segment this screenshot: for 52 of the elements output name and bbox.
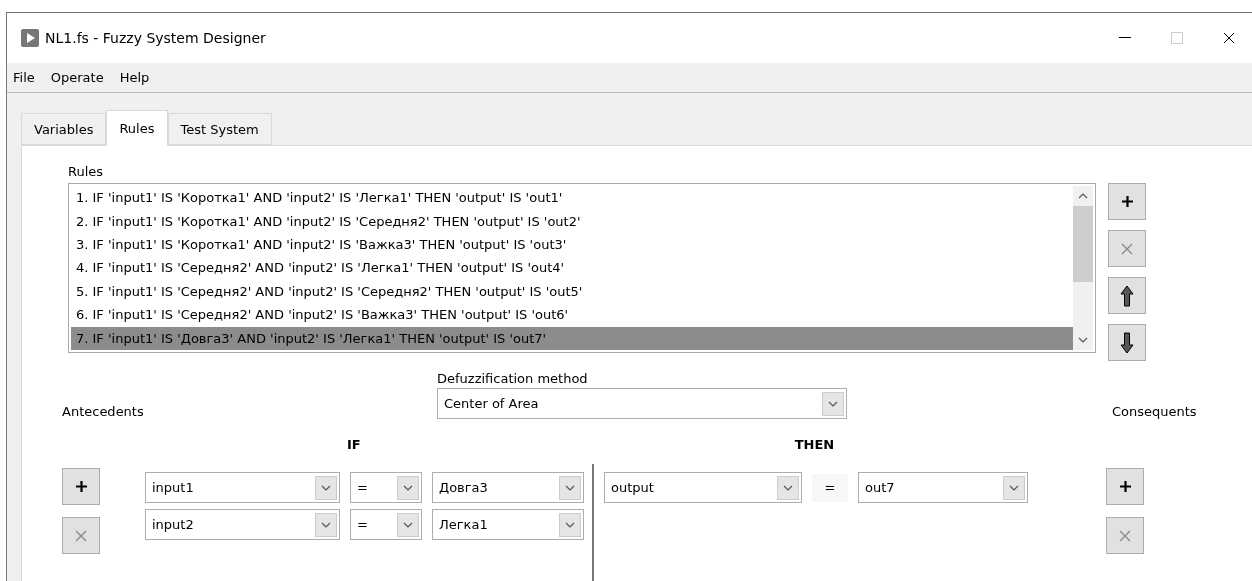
variable-dropdown[interactable]: input2	[145, 509, 340, 540]
minimize-icon	[1119, 37, 1131, 39]
then-heading: THEN	[794, 437, 835, 452]
plus-icon	[1121, 196, 1133, 207]
tab[interactable]: Rules	[106, 110, 168, 146]
down-button[interactable]	[1108, 324, 1146, 361]
up-button[interactable]	[1108, 277, 1146, 314]
defuzzification-label: Defuzzification method	[437, 371, 589, 386]
add-button[interactable]	[1106, 468, 1144, 505]
operator-dropdown[interactable]: =	[350, 509, 422, 540]
window-title: NL1.fs - Fuzzy System Designer	[45, 30, 267, 46]
rules-list[interactable]	[68, 183, 1096, 353]
antecedents-label: Antecedents	[62, 404, 144, 419]
term-dropdown[interactable]: Легка1	[432, 509, 584, 540]
defuzzification-dropdown[interactable]: Center of Area	[437, 388, 847, 419]
if-heading: IF	[347, 437, 361, 452]
tab[interactable]: Variables	[21, 113, 107, 145]
close-icon	[75, 529, 87, 542]
menu-item[interactable]: File	[11, 70, 37, 85]
variable-dropdown[interactable]: input1	[145, 472, 340, 503]
scrollbar[interactable]	[1073, 186, 1093, 350]
scroll-up-icon	[1078, 193, 1088, 199]
equals-label: =	[812, 473, 848, 502]
close-icon	[1119, 529, 1131, 542]
plus-icon	[1119, 481, 1131, 492]
add-button[interactable]	[1108, 183, 1146, 220]
scrollbar-thumb[interactable]	[1073, 206, 1093, 282]
tab[interactable]: Test System	[167, 113, 272, 145]
rule-item[interactable]: 1. IF 'input1' IS 'Коротка1' AND 'input2' IS 'Легка1' THEN 'output' IS 'out1'	[71, 186, 1073, 210]
menu-item[interactable]: Operate	[48, 70, 106, 85]
maximize-icon	[1171, 32, 1183, 44]
rule-item[interactable]: 3. IF 'input1' IS 'Коротка1' AND 'input2' IS 'Важка3' THEN 'output' IS 'out3'	[71, 232, 1073, 257]
rules-label: Rules	[68, 164, 105, 179]
rule-item[interactable]: 5. IF 'input1' IS 'Середня2' AND 'input2' IS 'Середня2' THEN 'output' IS 'out5'	[71, 279, 1073, 304]
rule-item[interactable]: 7. IF 'input1' IS 'Довга3' AND 'input2' IS 'Легка1' THEN 'output' IS 'out7'	[71, 326, 1073, 350]
close-icon	[1223, 32, 1235, 44]
term-dropdown[interactable]: Довга3	[432, 472, 584, 503]
rule-item[interactable]: 2. IF 'input1' IS 'Коротка1' AND 'input2' IS 'Середня2' THEN 'output' IS 'out2'	[71, 209, 1073, 233]
rule-item[interactable]: 6. IF 'input1' IS 'Середня2' AND 'input2' IS 'Важка3' THEN 'output' IS 'out6'	[71, 303, 1073, 327]
add-button[interactable]	[62, 468, 100, 505]
operator-dropdown[interactable]: =	[350, 472, 422, 503]
menu-item[interactable]: Help	[117, 70, 152, 85]
plus-icon	[75, 481, 87, 492]
down-arrow-icon	[1120, 331, 1134, 354]
close-icon	[1121, 242, 1133, 255]
scroll-down-icon	[1078, 337, 1088, 343]
term-dropdown[interactable]: out7	[858, 472, 1028, 503]
variable-dropdown[interactable]: output	[604, 472, 802, 503]
rule-item[interactable]: 4. IF 'input1' IS 'Середня2' AND 'input2' IS 'Легка1' THEN 'output' IS 'out4'	[71, 256, 1073, 280]
app-icon	[21, 29, 39, 47]
up-arrow-icon	[1120, 284, 1134, 307]
consequents-label: Consequents	[1112, 404, 1197, 419]
